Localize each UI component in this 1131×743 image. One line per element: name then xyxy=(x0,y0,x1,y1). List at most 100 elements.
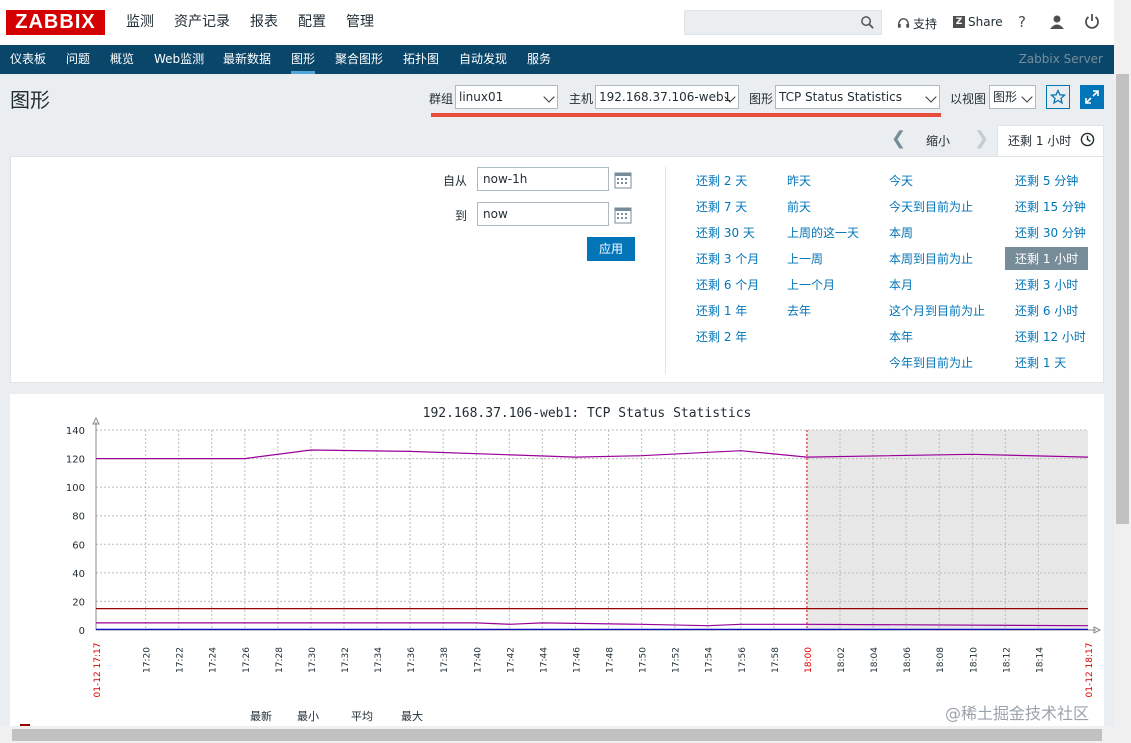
x-tick-label: 17:22 xyxy=(176,647,186,673)
quick-range-link[interactable]: 还剩 12 小时 xyxy=(1015,328,1086,345)
legend-header: 平均 xyxy=(351,710,373,723)
host-select[interactable]: 192.168.37.106-web1 xyxy=(595,85,739,109)
time-period-tab[interactable]: 还剩 1 小时 xyxy=(997,125,1104,157)
subnav-item[interactable]: 服务 xyxy=(527,45,551,74)
y-tick-label: 140 xyxy=(66,426,85,437)
x-tick-label: 17:48 xyxy=(606,647,616,673)
help-icon[interactable]: ? xyxy=(1018,13,1026,31)
favourite-button[interactable] xyxy=(1046,85,1070,109)
quick-range-link[interactable]: 本周 xyxy=(889,224,913,241)
y-tick-label: 60 xyxy=(72,540,85,551)
subnav-item[interactable]: 拓扑图 xyxy=(403,45,439,74)
graph-label: 图形 xyxy=(749,92,774,106)
graph-select[interactable]: TCP Status Statistics xyxy=(775,85,940,109)
quick-range-link[interactable]: 还剩 5 分钟 xyxy=(1015,172,1078,189)
host-label: 主机 xyxy=(569,92,594,106)
calendar-icon[interactable] xyxy=(614,206,632,224)
main-menu-item[interactable]: 配置 xyxy=(288,0,336,45)
fullscreen-button[interactable] xyxy=(1080,85,1104,109)
quick-range-link[interactable]: 还剩 2 天 xyxy=(696,172,747,189)
quick-range-link[interactable]: 上周的这一天 xyxy=(787,224,859,241)
subnav-item[interactable]: 最新数据 xyxy=(223,45,271,74)
view-value: 图形 xyxy=(993,90,1018,104)
quick-range-link[interactable]: 还剩 6 个月 xyxy=(696,276,759,293)
support-link[interactable]: 支持 xyxy=(897,15,937,32)
subnav-item[interactable]: 图形 xyxy=(291,45,316,74)
x-tick-label: 18:04 xyxy=(870,647,880,673)
x-tick-label: 17:34 xyxy=(374,647,384,673)
main-menu-item[interactable]: 资产记录 xyxy=(164,0,240,45)
y-tick-label: 120 xyxy=(66,455,85,466)
subnav-item[interactable]: 仪表板 xyxy=(10,45,46,74)
quick-range-link[interactable]: 今天 xyxy=(889,172,913,189)
x-edge-label: 01-12 17:17 xyxy=(93,643,103,698)
quick-range-link[interactable]: 本年 xyxy=(889,328,913,345)
main-menu-item[interactable]: 监测 xyxy=(116,0,164,45)
quick-range-link[interactable]: 还剩 3 个月 xyxy=(696,250,759,267)
apply-button[interactable]: 应用 xyxy=(587,237,635,261)
vertical-scrollbar-thumb[interactable] xyxy=(1116,74,1129,524)
search-icon[interactable] xyxy=(860,15,875,30)
to-input[interactable]: now xyxy=(477,202,609,226)
share-link[interactable]: Z Share xyxy=(953,15,1003,29)
subnav-item[interactable]: 聚合图形 xyxy=(335,45,383,74)
main-menu-item[interactable]: 管理 xyxy=(336,0,384,45)
graph-value: TCP Status Statistics xyxy=(779,90,902,104)
quick-range-link[interactable]: 还剩 30 分钟 xyxy=(1015,224,1086,241)
y-tick-label: 40 xyxy=(72,569,85,580)
quick-range-link[interactable]: 还剩 1 天 xyxy=(1015,354,1066,371)
quick-range-link[interactable]: 还剩 1 小时 xyxy=(1005,247,1089,270)
share-label: Share xyxy=(968,15,1003,29)
quick-range-link[interactable]: 今天到目前为止 xyxy=(889,198,973,215)
subnav-item[interactable]: 概览 xyxy=(110,45,134,74)
zabbix-logo[interactable]: ZABBIX xyxy=(6,10,105,35)
quick-range-link[interactable]: 还剩 6 小时 xyxy=(1015,302,1078,319)
x-tick-label: 17:40 xyxy=(473,647,483,673)
from-input[interactable]: now-1h xyxy=(477,167,609,191)
subnav-item[interactable]: 自动发现 xyxy=(459,45,507,74)
chevron-left-icon[interactable]: ❮ xyxy=(891,128,906,149)
subnav-item[interactable]: 问题 xyxy=(66,45,90,74)
top-header: ZABBIX 监测 资产记录 报表 配置 管理 支持 Z Share ? xyxy=(0,0,1131,45)
zoom-out-button[interactable]: 缩小 xyxy=(926,132,950,149)
quick-range-link[interactable]: 本月 xyxy=(889,276,913,293)
x-tick-label: 17:24 xyxy=(209,647,219,673)
x-tick-label: 17:52 xyxy=(672,647,682,673)
quick-range-link[interactable]: 本周到目前为止 xyxy=(889,250,973,267)
quick-range-link[interactable]: 前天 xyxy=(787,198,811,215)
subnav-item[interactable]: Web监测 xyxy=(154,45,204,74)
red-underline-annotation xyxy=(431,113,941,117)
quick-range-link[interactable]: 还剩 15 分钟 xyxy=(1015,198,1086,215)
quick-range-link[interactable]: 今年到目前为止 xyxy=(889,354,973,371)
page-title: 图形 xyxy=(10,88,50,112)
quick-range-link[interactable]: 上一个月 xyxy=(787,276,835,293)
quick-range-link[interactable]: 这个月到目前为止 xyxy=(889,302,985,319)
quick-range-link[interactable]: 还剩 1 年 xyxy=(696,302,747,319)
user-profile-icon[interactable] xyxy=(1049,14,1065,30)
main-menu-item[interactable]: 报表 xyxy=(240,0,288,45)
quick-range-link[interactable]: 昨天 xyxy=(787,172,811,189)
x-tick-label: 17:50 xyxy=(639,647,649,673)
power-logout-icon[interactable] xyxy=(1084,13,1100,29)
server-name: Zabbix Server xyxy=(1018,52,1103,66)
quick-range-link[interactable]: 去年 xyxy=(787,302,811,319)
search-input[interactable] xyxy=(684,10,882,35)
calendar-icon[interactable] xyxy=(614,171,632,189)
quick-range-link[interactable]: 还剩 2 年 xyxy=(696,328,747,345)
tcp-status-chart[interactable]: 192.168.37.106-web1: TCP Status Statisti… xyxy=(10,394,1104,743)
x-tick-label: 18:06 xyxy=(903,647,913,673)
x-edge-label: 01-12 18:17 xyxy=(1085,643,1095,698)
time-period-label: 还剩 1 小时 xyxy=(1008,134,1072,148)
y-tick-label: 0 xyxy=(79,626,85,637)
x-tick-label: 17:58 xyxy=(771,647,781,673)
horizontal-scrollbar-thumb[interactable] xyxy=(12,729,1102,741)
group-value: linux01 xyxy=(459,90,504,104)
quick-range-link[interactable]: 还剩 7 天 xyxy=(696,198,747,215)
quick-range-link[interactable]: 还剩 3 小时 xyxy=(1015,276,1078,293)
view-select[interactable]: 图形 xyxy=(989,85,1036,109)
group-label: 群组 xyxy=(429,92,454,106)
quick-range-link[interactable]: 上一周 xyxy=(787,250,823,267)
group-select[interactable]: linux01 xyxy=(455,85,558,109)
chevron-right-icon[interactable]: ❯ xyxy=(974,128,989,149)
quick-range-link[interactable]: 还剩 30 天 xyxy=(696,224,755,241)
